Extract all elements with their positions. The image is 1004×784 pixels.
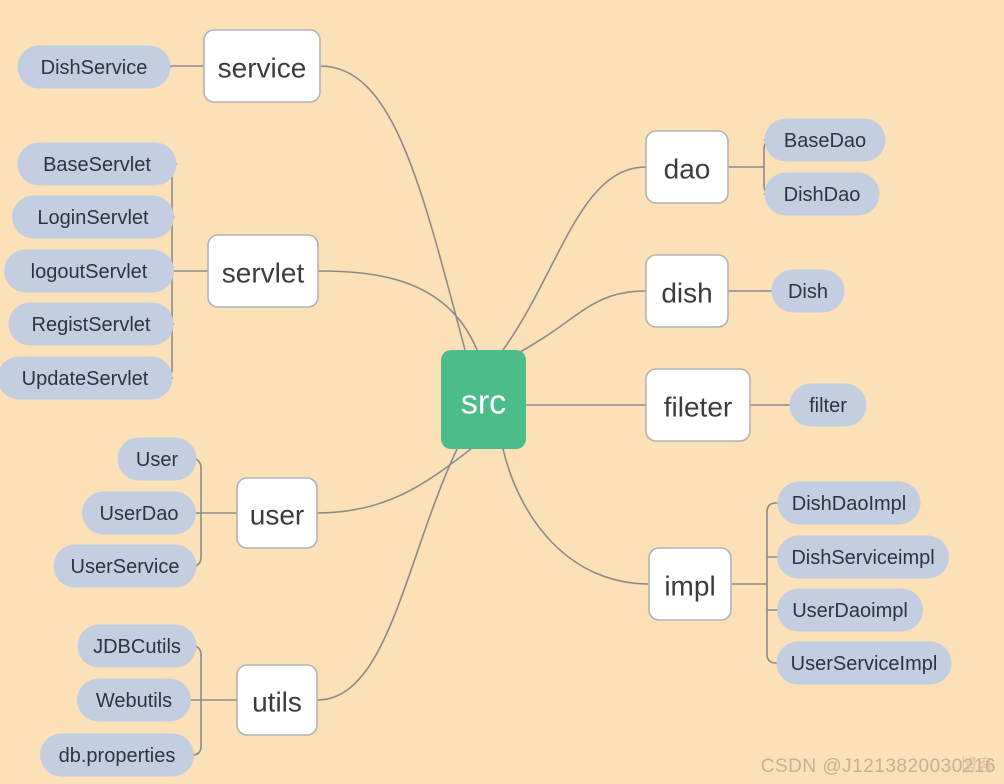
leaf-label: DishDao <box>784 184 861 206</box>
branch-node-user[interactable]: user <box>236 477 318 549</box>
leaf-node-user[interactable]: User <box>117 437 197 481</box>
leaf-label: UserDaoimpl <box>792 600 908 622</box>
leaf-label: User <box>136 449 179 471</box>
leaf-label: LoginServlet <box>37 207 149 229</box>
leaf-node-filter[interactable]: filter <box>789 383 867 427</box>
branch-label: user <box>250 500 304 531</box>
leaf-label: BaseDao <box>784 130 866 152</box>
branch-node-impl[interactable]: impl <box>648 547 732 621</box>
leaf-label: UserServiceImpl <box>791 653 938 675</box>
branch-node-fileter[interactable]: fileter <box>645 368 751 442</box>
bracket-leaf-impl-0 <box>766 502 779 513</box>
link-root-to-dao <box>502 166 647 351</box>
leaf-node-dishdao[interactable]: DishDao <box>764 172 880 216</box>
leaf-label: filter <box>809 395 847 417</box>
bracket-leaf-impl-3 <box>766 653 778 664</box>
leaf-label: BaseServlet <box>43 154 151 176</box>
link-root-to-utils <box>316 448 458 701</box>
leaf-node-dishserviceimpl[interactable]: DishServiceimpl <box>777 535 949 579</box>
link-root-to-impl <box>502 448 650 585</box>
branch-node-dao[interactable]: dao <box>645 130 729 204</box>
branch-label: fileter <box>664 392 732 423</box>
root-label: src <box>461 384 506 422</box>
branch-node-dish[interactable]: dish <box>645 254 729 328</box>
leaf-label: JDBCutils <box>93 636 181 658</box>
leaf-label: RegistServlet <box>32 314 151 336</box>
leaf-node-dishservice[interactable]: DishService <box>17 45 171 89</box>
leaf-label: UpdateServlet <box>22 368 149 390</box>
branch-node-utils[interactable]: utils <box>236 664 318 736</box>
leaf-node-basedao[interactable]: BaseDao <box>764 118 886 162</box>
leaf-label: db.properties <box>59 745 176 767</box>
leaf-label: Webutils <box>96 690 172 712</box>
leaf-label: logoutServlet <box>31 261 148 283</box>
mindmap-canvas: DishService BaseServlet LoginServlet logout… <box>0 29 952 777</box>
leaf-label: DishDaoImpl <box>792 493 906 515</box>
branch-label: servlet <box>222 258 305 289</box>
leaf-node-webutils[interactable]: Webutils <box>77 678 191 722</box>
branch-node-service[interactable]: service <box>203 29 321 103</box>
leaf-node-userdaoimpl[interactable]: UserDaoimpl <box>777 588 923 632</box>
leaf-node-userserviceimpl[interactable]: UserServiceImpl <box>776 641 952 685</box>
watermark-text: CSDN @J1213820030216 <box>760 756 996 777</box>
leaf-label: DishService <box>41 57 148 79</box>
link-root-to-service <box>319 65 466 351</box>
branch-label: dish <box>661 278 712 309</box>
leaf-label: UserService <box>71 556 180 578</box>
leaf-node-userdao[interactable]: UserDao <box>82 491 196 535</box>
leaf-node-baseservlet[interactable]: BaseServlet <box>17 142 177 186</box>
leaf-node-loginservlet[interactable]: LoginServlet <box>12 195 174 239</box>
leaf-node-registservlet[interactable]: RegistServlet <box>8 302 174 346</box>
link-root-to-servlet <box>317 270 478 351</box>
branch-label: service <box>218 53 307 84</box>
node-layer: DishService BaseServlet LoginServlet logout… <box>0 29 952 777</box>
leaf-label: UserDao <box>100 503 179 525</box>
leaf-node-db-properties[interactable]: db.properties <box>40 733 194 777</box>
branch-label: utils <box>252 687 302 718</box>
leaf-node-jdbcutils[interactable]: JDBCutils <box>77 624 197 668</box>
leaf-node-updateservlet[interactable]: UpdateServlet <box>0 356 173 400</box>
branch-node-servlet[interactable]: servlet <box>207 234 319 308</box>
leaf-node-dish[interactable]: Dish <box>771 269 845 313</box>
root-node-src[interactable]: src <box>441 350 526 449</box>
leaf-node-logoutservlet[interactable]: logoutServlet <box>4 249 174 293</box>
branch-label: dao <box>664 154 711 185</box>
leaf-node-userservice[interactable]: UserService <box>53 544 197 588</box>
link-root-to-user <box>316 448 472 514</box>
leaf-node-dishdaoimpl[interactable]: DishDaoImpl <box>777 481 921 525</box>
branch-label: impl <box>664 571 715 602</box>
leaf-label: DishServiceimpl <box>791 547 934 569</box>
leaf-label: Dish <box>788 281 828 303</box>
